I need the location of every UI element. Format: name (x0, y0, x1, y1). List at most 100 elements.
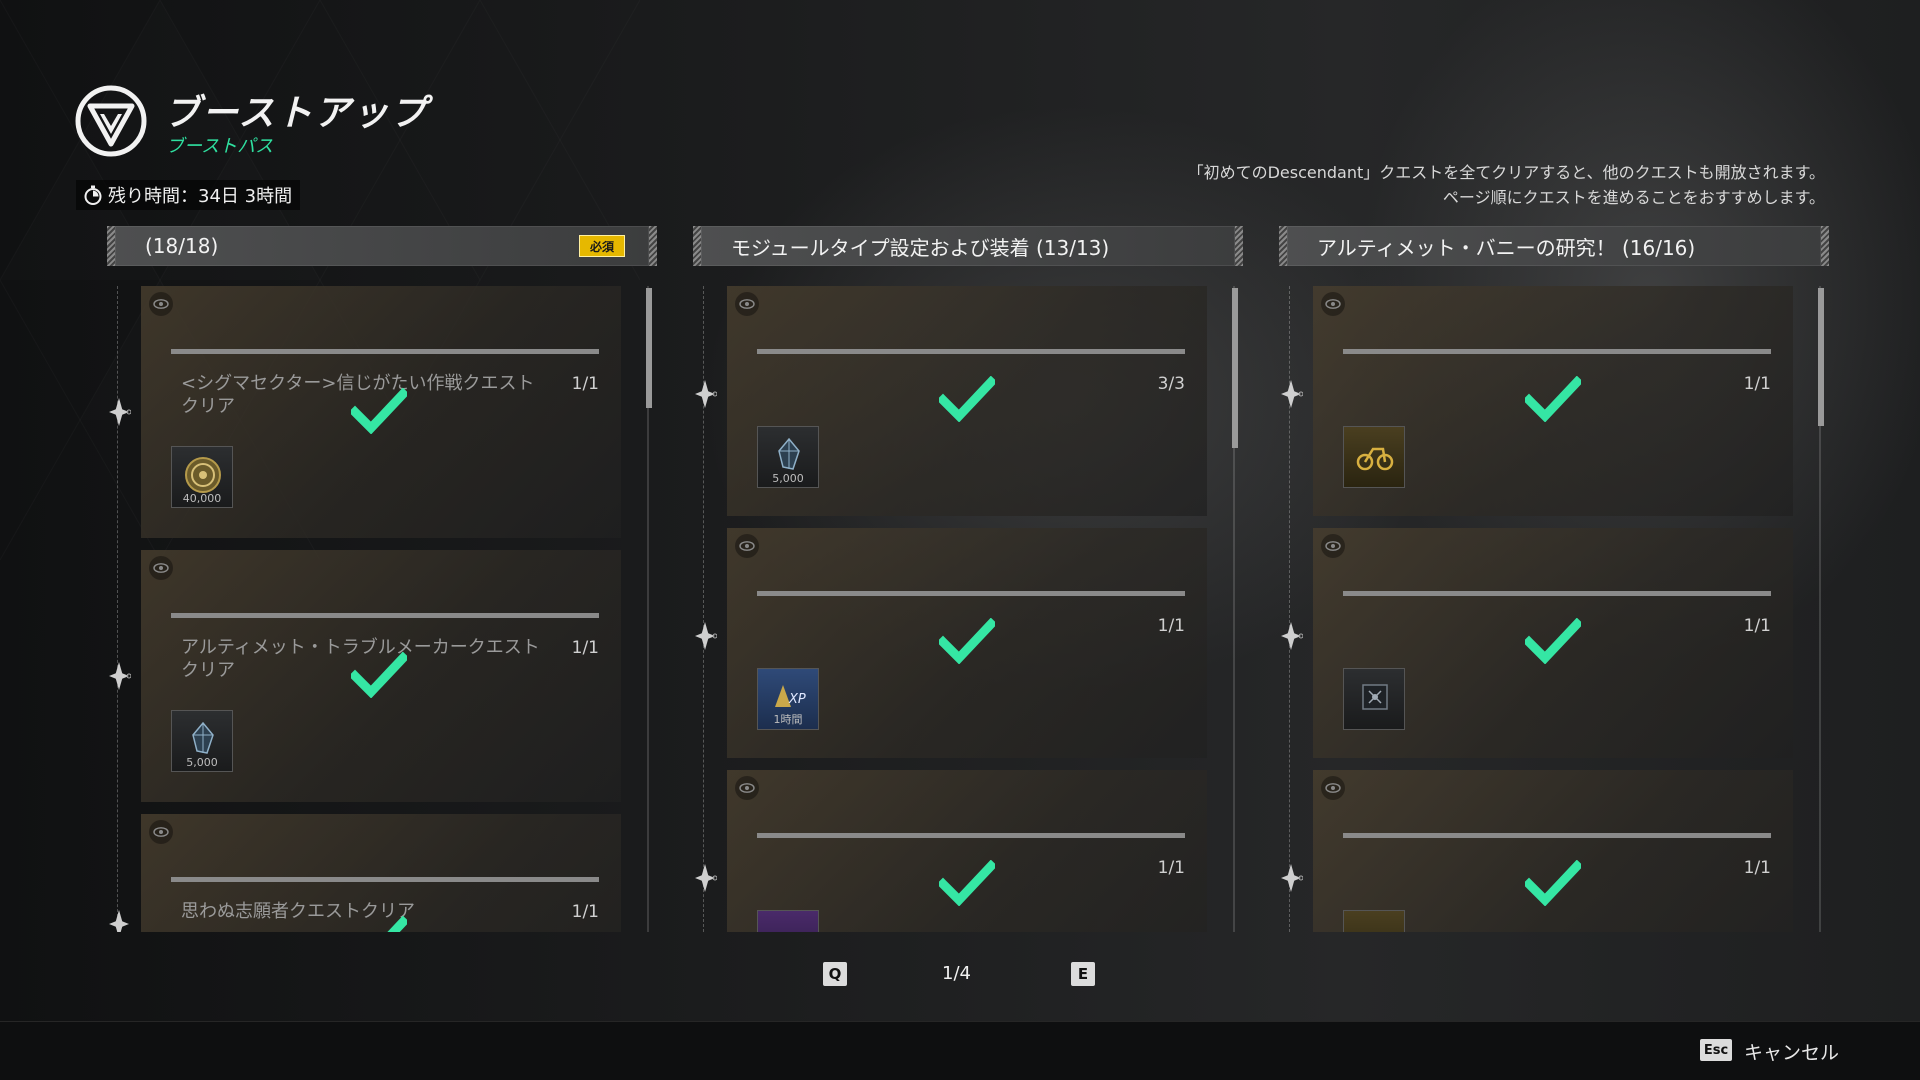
scrollbar-thumb[interactable] (1818, 288, 1824, 426)
crystal-icon (192, 721, 214, 754)
timeline-node-icon (109, 398, 131, 426)
quest-list[interactable]: <シグマセクター>信じがたい作戦クエストクリア 1/1 40,000 アルティメ… (107, 286, 657, 932)
quest-card[interactable]: 思わぬ志願者クエストクリア 1/1 (141, 814, 621, 932)
scrollbar-thumb[interactable] (1232, 288, 1238, 448)
scrollbar-thumb[interactable] (646, 288, 652, 408)
crystal-icon (778, 437, 800, 470)
progress-bar (757, 591, 1185, 596)
eye-icon[interactable] (1321, 292, 1345, 316)
eye-icon[interactable] (1321, 776, 1345, 800)
quest-card[interactable]: 1/1 XP 1時間 (727, 528, 1207, 758)
column-title: モジュールタイプ設定および装着 (13/13) (731, 235, 1110, 260)
progress-fill (171, 613, 599, 618)
quest-column-1: (18/18) 必須 <シグマセクター>信じがたい作戦クエストクリア 1/1 4… (107, 226, 657, 932)
quest-count: 3/3 (1157, 374, 1185, 394)
notice-line: 「初めてのDescendant」クエストを全てクリアすると、他のクエストも開放さ… (1187, 163, 1825, 182)
coin-icon (185, 457, 221, 493)
next-page-key[interactable]: E (1071, 962, 1095, 986)
quest-card[interactable]: <シグマセクター>信じがたい作戦クエストクリア 1/1 40,000 (141, 286, 621, 538)
quest-card[interactable]: アルティメット・トラブルメーカークエストクリア 1/1 5,000 (141, 550, 621, 802)
esc-key[interactable]: Esc (1700, 1039, 1732, 1061)
progress-fill (757, 349, 1185, 354)
boost-pass-logo-icon (75, 85, 147, 157)
quest-count: 1/1 (1157, 616, 1185, 636)
header-hatch (107, 226, 115, 266)
progress-bar (1343, 349, 1771, 354)
reward-item[interactable]: 40,000 (171, 446, 233, 508)
reward-item[interactable] (1343, 910, 1405, 932)
quest-card[interactable]: 1/1 (1313, 528, 1793, 758)
progress-bar (757, 833, 1185, 838)
progress-fill (1343, 591, 1771, 596)
reward-item[interactable]: 5,000 (171, 710, 233, 772)
motorcycle-icon (1356, 447, 1394, 471)
progress-bar (1343, 591, 1771, 596)
progress-bar (171, 349, 599, 354)
checkmark-icon (1525, 618, 1581, 664)
stopwatch-icon (84, 185, 102, 205)
checkmark-icon (939, 376, 995, 422)
eye-icon[interactable] (735, 292, 759, 316)
column-header[interactable]: アルティメット・バニーの研究！ (16/16) (1279, 226, 1829, 266)
checkmark-icon (351, 388, 407, 434)
quest-count: 1/1 (571, 374, 599, 394)
quest-list[interactable]: 1/1 1/1 1/1 (1279, 286, 1829, 932)
column-title: アルティメット・バニーの研究！ (16/16) (1317, 235, 1696, 260)
cancel-button[interactable]: キャンセル (1744, 1038, 1839, 1065)
checkmark-icon (351, 652, 407, 698)
bottom-bar (0, 1021, 1920, 1080)
reward-item[interactable] (1343, 426, 1405, 488)
reward-amount: 5,000 (772, 472, 804, 485)
eye-icon[interactable] (735, 534, 759, 558)
quest-card[interactable]: 1/1 (727, 770, 1207, 932)
reward-item[interactable] (757, 910, 819, 932)
progress-fill (1343, 349, 1771, 354)
quest-column-3: アルティメット・バニーの研究！ (16/16) 1/1 1/1 1/1 (1279, 226, 1829, 932)
quest-card[interactable]: 3/3 5,000 (727, 286, 1207, 516)
notice-line: ページ順にクエストを進めることをおすすめします。 (1442, 188, 1825, 207)
quest-count: 1/1 (1743, 616, 1771, 636)
remaining-time-label: 残り時間：34日 3時間 (108, 186, 293, 207)
timeline-line (117, 286, 118, 932)
reward-amount: 1時間 (773, 713, 803, 726)
progress-bar (171, 613, 599, 618)
quest-count: 1/1 (1743, 374, 1771, 394)
column-header[interactable]: (18/18) 必須 (107, 226, 657, 266)
quest-count: 1/1 (571, 638, 599, 658)
timeline-node-icon (695, 380, 717, 408)
header-hatch (1279, 226, 1287, 266)
timeline-node-icon (1281, 864, 1303, 892)
checkmark-icon (939, 860, 995, 906)
reward-amount: 40,000 (182, 492, 222, 505)
header-hatch (649, 226, 657, 266)
reward-item[interactable]: 5,000 (757, 426, 819, 488)
checkmark-icon (1525, 376, 1581, 422)
header-hatch (693, 226, 701, 266)
header-hatch (1821, 226, 1829, 266)
reward-item[interactable]: XP 1時間 (757, 668, 819, 730)
timeline-node-icon (109, 662, 131, 690)
module-icon (1362, 684, 1388, 710)
quest-count: 1/1 (571, 902, 599, 922)
column-header[interactable]: モジュールタイプ設定および装着 (13/13) (693, 226, 1243, 266)
eye-icon[interactable] (149, 292, 173, 316)
prev-page-key[interactable]: Q (823, 962, 847, 986)
page-indicator: 1/4 (942, 963, 971, 984)
eye-icon[interactable] (735, 776, 759, 800)
progress-fill (171, 877, 599, 882)
quest-notice: 「初めてのDescendant」クエストを全てクリアすると、他のクエストも開放さ… (1188, 160, 1825, 210)
timeline-node-icon (695, 622, 717, 650)
checkmark-icon (939, 618, 995, 664)
reward-item[interactable] (1343, 668, 1405, 730)
quest-list[interactable]: 3/3 5,000 1/1 XP 1時間 1/1 (693, 286, 1243, 932)
progress-fill (171, 349, 599, 354)
quest-card[interactable]: 1/1 (1313, 286, 1793, 516)
eye-icon[interactable] (149, 820, 173, 844)
quest-count: 1/1 (1157, 858, 1185, 878)
progress-bar (171, 877, 599, 882)
eye-icon[interactable] (149, 556, 173, 580)
quest-card[interactable]: 1/1 (1313, 770, 1793, 932)
timeline-node-icon (1281, 380, 1303, 408)
page-title: ブーストアップ (164, 93, 429, 134)
eye-icon[interactable] (1321, 534, 1345, 558)
